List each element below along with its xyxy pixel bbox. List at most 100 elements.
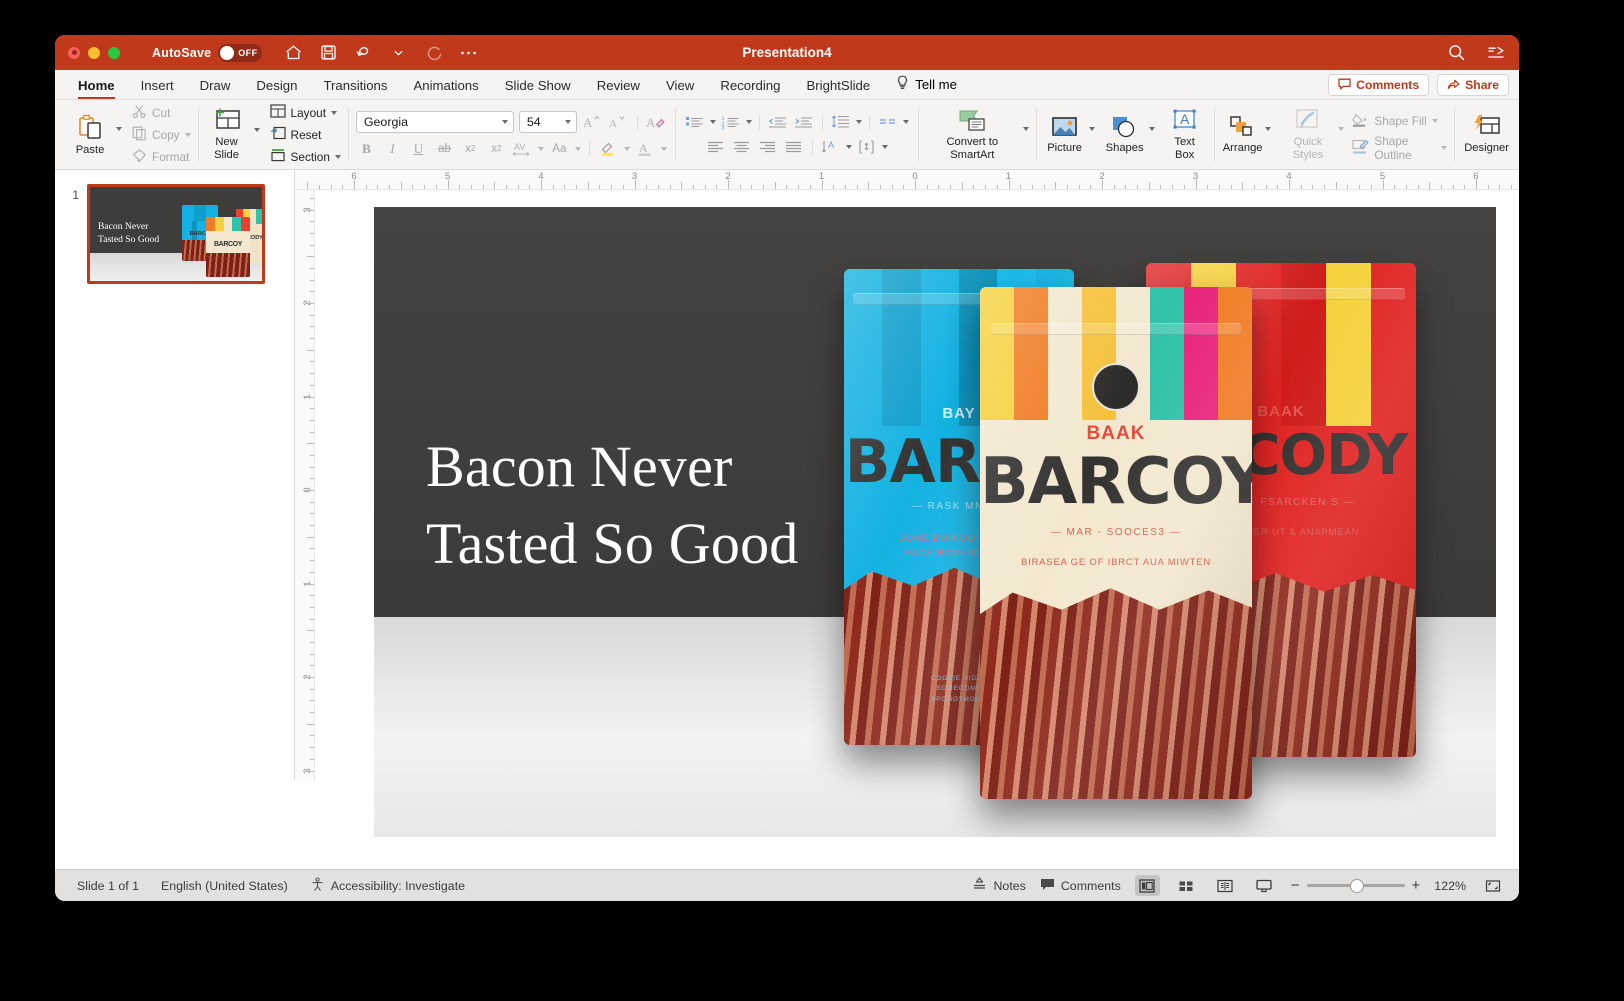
text-direction-icon[interactable]: A — [820, 138, 842, 157]
vertical-ruler[interactable]: 3210123 — [295, 190, 315, 780]
increase-indent-icon[interactable] — [793, 113, 815, 132]
format-painter-button[interactable]: Format — [132, 147, 191, 166]
tell-me-search[interactable]: Tell me — [883, 75, 970, 99]
zoom-slider[interactable]: − + — [1291, 877, 1421, 894]
align-center-icon[interactable] — [731, 138, 753, 157]
section-button[interactable]: Section — [270, 147, 341, 166]
align-left-icon[interactable] — [705, 138, 727, 157]
shapes-button[interactable]: Shapes — [1103, 114, 1147, 155]
convert-to-smartart-button[interactable]: Convert to SmartArt — [925, 108, 1020, 162]
align-right-icon[interactable] — [757, 138, 779, 157]
undo-chevron-down-icon[interactable] — [389, 43, 408, 62]
reset-button[interactable]: Reset — [270, 125, 341, 144]
zoom-knob[interactable] — [1349, 878, 1364, 893]
arrange-chevron-down-icon[interactable] — [1264, 126, 1271, 131]
new-slide-chevron-down-icon[interactable] — [253, 127, 260, 132]
home-icon[interactable] — [284, 43, 303, 62]
font-size-chevron-down-icon[interactable] — [564, 120, 571, 124]
notes-button[interactable]: Notes — [972, 877, 1026, 894]
tab-brightslide[interactable]: BrightSlide — [793, 78, 883, 99]
autosave-toggle[interactable]: OFF — [218, 43, 263, 62]
character-spacing-icon[interactable]: AV — [512, 139, 533, 158]
slide-thumbnail-1[interactable]: Bacon Never Tasted So Good BARCO RCODY B… — [87, 184, 265, 284]
tab-view[interactable]: View — [653, 78, 707, 99]
copy-chevron-down-icon[interactable] — [184, 132, 191, 137]
columns-icon[interactable] — [877, 113, 899, 132]
shape-fill-button[interactable]: Shape Fill — [1352, 112, 1447, 131]
minimize-button[interactable] — [88, 46, 100, 59]
text-highlight-chevron-down-icon[interactable] — [623, 146, 630, 151]
maximize-button[interactable] — [108, 46, 120, 59]
bullets-icon[interactable] — [684, 113, 706, 132]
columns-chevron-down-icon[interactable] — [902, 120, 909, 124]
thumbnail-row[interactable]: 1 Bacon Never Tasted So Good BARCO RCODY… — [55, 184, 294, 284]
numbering-chevron-down-icon[interactable] — [745, 120, 752, 124]
decrease-font-size-icon[interactable]: A — [608, 113, 629, 132]
zoom-in-button[interactable]: + — [1412, 877, 1421, 894]
superscript-button[interactable]: x2 — [460, 139, 481, 158]
strikethrough-button[interactable]: ab — [434, 139, 455, 158]
tab-transitions[interactable]: Transitions — [310, 78, 400, 99]
quick-styles-button[interactable]: Quick Styles — [1278, 108, 1339, 162]
picture-button[interactable]: Picture — [1043, 114, 1087, 155]
more-options-icon[interactable] — [459, 43, 478, 62]
slide-sorter-icon[interactable] — [1174, 875, 1199, 896]
comments-button[interactable]: Comments — [1328, 74, 1430, 96]
picture-chevron-down-icon[interactable] — [1088, 126, 1095, 131]
layout-button[interactable]: Layout — [269, 103, 341, 122]
font-color-icon[interactable]: A — [635, 139, 656, 158]
align-text-chevron-down-icon[interactable] — [881, 145, 888, 149]
shape-outline-button[interactable]: Shape Outline — [1352, 134, 1448, 162]
tab-draw[interactable]: Draw — [187, 78, 244, 99]
slide-show-icon[interactable] — [1252, 875, 1277, 896]
autosave-control[interactable]: AutoSave OFF — [152, 43, 263, 62]
status-comments-button[interactable]: Comments — [1040, 878, 1121, 894]
text-highlight-icon[interactable] — [598, 139, 619, 158]
reading-view-icon[interactable] — [1213, 875, 1238, 896]
arrange-button[interactable]: Arrange — [1221, 114, 1265, 155]
shape-fill-chevron-down-icon[interactable] — [1431, 119, 1438, 123]
bullets-chevron-down-icon[interactable] — [709, 120, 716, 124]
line-spacing-chevron-down-icon[interactable] — [855, 120, 862, 124]
clear-formatting-icon[interactable]: A — [646, 113, 667, 132]
language-label[interactable]: English (United States) — [161, 879, 288, 893]
share-button[interactable]: Share — [1437, 74, 1509, 96]
increase-font-size-icon[interactable]: A — [582, 113, 603, 132]
save-icon[interactable] — [319, 43, 338, 62]
quick-styles-chevron-down-icon[interactable] — [1338, 126, 1345, 131]
paste-chevron-down-icon[interactable] — [116, 126, 122, 131]
font-size-combobox[interactable]: 54 — [518, 111, 577, 133]
zoom-track[interactable] — [1306, 878, 1405, 893]
decrease-indent-icon[interactable] — [767, 113, 789, 132]
zoom-level-label[interactable]: 122% — [1434, 879, 1466, 893]
section-chevron-down-icon[interactable] — [334, 154, 341, 159]
normal-view-icon[interactable] — [1134, 875, 1160, 896]
tab-slide-show[interactable]: Slide Show — [492, 78, 584, 99]
tab-animations[interactable]: Animations — [400, 78, 491, 99]
slide-title-placeholder[interactable]: Bacon Never Tasted So Good — [426, 429, 926, 582]
underline-button[interactable]: U — [408, 139, 429, 158]
line-spacing-icon[interactable] — [830, 113, 852, 132]
character-spacing-chevron-down-icon[interactable] — [537, 146, 544, 151]
subscript-button[interactable]: x2 — [486, 139, 507, 158]
designer-button[interactable]: Designer — [1461, 114, 1512, 155]
tab-design[interactable]: Design — [243, 78, 310, 99]
tab-insert[interactable]: Insert — [128, 78, 187, 99]
layout-chevron-down-icon[interactable] — [330, 110, 337, 115]
redo-icon[interactable] — [424, 43, 443, 62]
undo-icon[interactable] — [354, 43, 373, 62]
bacon-packages-image[interactable]: BAY BARCO — RASK MNL — SOME DUHIOO A ORT… — [836, 207, 1496, 837]
justify-icon[interactable] — [783, 138, 805, 157]
horizontal-ruler[interactable]: 6543210123456 — [295, 170, 1519, 190]
fit-to-window-icon[interactable] — [1480, 875, 1505, 896]
cut-button[interactable]: Cut — [132, 103, 191, 122]
smartart-chevron-down-icon[interactable] — [1022, 126, 1029, 131]
font-name-chevron-down-icon[interactable] — [501, 120, 508, 124]
paste-button[interactable]: Paste — [68, 113, 112, 157]
change-case-chevron-down-icon[interactable] — [574, 146, 581, 151]
tab-recording[interactable]: Recording — [707, 78, 793, 99]
align-text-icon[interactable] — [856, 138, 878, 157]
numbering-icon[interactable]: 123 — [720, 113, 742, 132]
shape-outline-chevron-down-icon[interactable] — [1441, 146, 1448, 150]
text-direction-chevron-down-icon[interactable] — [845, 145, 852, 149]
